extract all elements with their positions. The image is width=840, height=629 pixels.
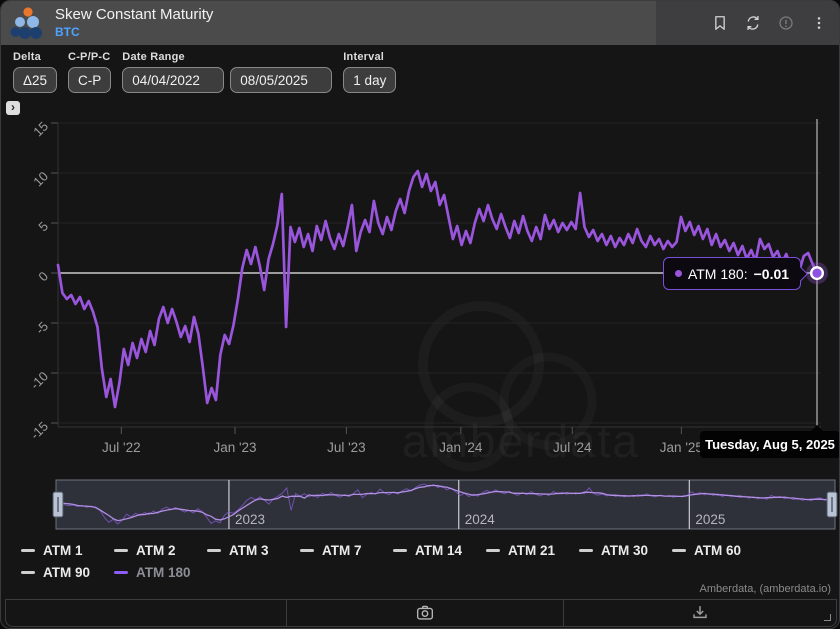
navigator-year-label: 2023: [235, 512, 265, 527]
date-from-input[interactable]: 04/04/2022: [122, 67, 224, 93]
date-tooltip: Tuesday, Aug 5, 2025: [700, 431, 840, 458]
x-axis-label: Jul '24: [553, 440, 592, 455]
series-dot-icon: [675, 270, 682, 277]
y-axis-label: 5: [35, 219, 51, 235]
legend-marker: [21, 571, 35, 574]
y-axis-label: 10: [30, 169, 51, 190]
legend-label: ATM 14: [415, 543, 462, 558]
y-axis-label: 0: [35, 269, 51, 285]
delta-label: Delta: [13, 51, 57, 63]
legend-item-atm-7[interactable]: ATM 7: [300, 543, 393, 558]
tooltip-value: −0.01: [754, 266, 789, 282]
more-menu-icon[interactable]: [809, 13, 829, 33]
legend-label: ATM 7: [322, 543, 362, 558]
download-icon[interactable]: [689, 602, 711, 624]
date-to-input[interactable]: 08/05/2025: [230, 67, 332, 93]
y-axis-label: -15: [27, 419, 51, 443]
interval-button[interactable]: 1 day: [343, 67, 396, 93]
legend-label: ATM 90: [43, 565, 90, 580]
main-chart-plot-area[interactable]: amberdata151050-5-10-15Jul '22Jan '23Jul…: [1, 109, 840, 475]
legend-marker: [207, 549, 221, 552]
legend-label: ATM 21: [508, 543, 555, 558]
legend-marker: [114, 571, 128, 574]
y-axis-label: 15: [30, 119, 51, 140]
point-tooltip: ATM 180: −0.01: [663, 257, 801, 290]
legend-label: ATM 1: [43, 543, 83, 558]
legend: ATM 1 ATM 2 ATM 3 ATM 7 ATM 14 ATM 21 ATM 30 AT…: [21, 543, 831, 580]
resize-handle[interactable]: [824, 614, 831, 621]
legend-marker: [114, 549, 128, 552]
toolbar-screenshot-cell: [287, 600, 564, 626]
cp-pc-label: C-P/P-C: [68, 51, 111, 63]
app-window: Skew Constant Maturity BTC: [0, 0, 840, 629]
legend-item-atm-21[interactable]: ATM 21: [486, 543, 579, 558]
legend-marker: [21, 549, 35, 552]
legend-marker: [300, 549, 314, 552]
camera-icon[interactable]: [414, 602, 436, 624]
legend-marker: [672, 549, 686, 552]
x-axis-label: Jul '22: [102, 440, 141, 455]
header-actions: [656, 1, 840, 45]
page-title: Skew Constant Maturity: [55, 7, 213, 24]
y-axis-label: -5: [32, 319, 51, 338]
cp-pc-button[interactable]: C-P: [68, 67, 111, 93]
legend-item-atm-90[interactable]: ATM 90: [21, 565, 114, 580]
legend-label: ATM 3: [229, 543, 269, 558]
legend-label: ATM 60: [694, 543, 741, 558]
delta-button[interactable]: Δ25: [13, 67, 57, 93]
legend-item-atm-60[interactable]: ATM 60: [672, 543, 765, 558]
legend-label: ATM 30: [601, 543, 648, 558]
info-icon[interactable]: [776, 13, 796, 33]
legend-label: ATM 2: [136, 543, 176, 558]
legend-label: ATM 180: [136, 565, 191, 580]
legend-item-atm-180[interactable]: ATM 180: [114, 565, 207, 580]
legend-item-atm-2[interactable]: ATM 2: [114, 543, 207, 558]
date-range-group: Date Range 04/04/2022 08/05/2025: [122, 51, 332, 93]
range-navigator[interactable]: 2023 2024 2025: [1, 478, 840, 534]
x-axis-label: Jan '23: [213, 440, 256, 455]
interval-group: Interval 1 day: [343, 51, 396, 93]
navigator-left-handle[interactable]: [53, 492, 63, 517]
navigator-year-label: 2025: [695, 512, 725, 527]
interval-label: Interval: [343, 51, 396, 63]
cp-pc-group: C-P/P-C C-P: [68, 51, 111, 93]
x-axis-label: Jan '24: [439, 440, 483, 455]
navigator-right-handle[interactable]: [827, 492, 837, 517]
header-bar: Skew Constant Maturity BTC: [1, 1, 840, 45]
delta-group: Delta Δ25: [13, 51, 57, 93]
legend-marker: [579, 549, 593, 552]
bottom-toolbar: [5, 599, 837, 627]
legend-item-atm-30[interactable]: ATM 30: [579, 543, 672, 558]
bookmark-icon[interactable]: [710, 13, 730, 33]
legend-item-atm-3[interactable]: ATM 3: [207, 543, 300, 558]
credit-text: Amberdata, (amberdata.io): [700, 583, 831, 595]
legend-item-atm-1[interactable]: ATM 1: [21, 543, 114, 558]
legend-marker: [486, 549, 500, 552]
toolbar-empty-cell: [6, 600, 287, 626]
legend-item-atm-14[interactable]: ATM 14: [393, 543, 486, 558]
tooltip-series-label: ATM 180:: [688, 266, 748, 282]
amberdata-logo: [9, 4, 47, 42]
chart-controls: Delta Δ25 C-P/P-C C-P Date Range 04/04/2…: [13, 51, 396, 93]
x-axis-label: Jan '25: [660, 440, 703, 455]
asset-label: BTC: [55, 26, 213, 39]
refresh-icon[interactable]: [743, 13, 763, 33]
toolbar-download-cell: [564, 600, 836, 626]
navigator-year-label: 2024: [465, 512, 496, 527]
last-point-marker: [811, 267, 823, 279]
date-range-label: Date Range: [122, 51, 332, 63]
y-axis-label: -10: [27, 369, 51, 393]
legend-marker: [393, 549, 407, 552]
x-axis-label: Jul '23: [327, 440, 366, 455]
